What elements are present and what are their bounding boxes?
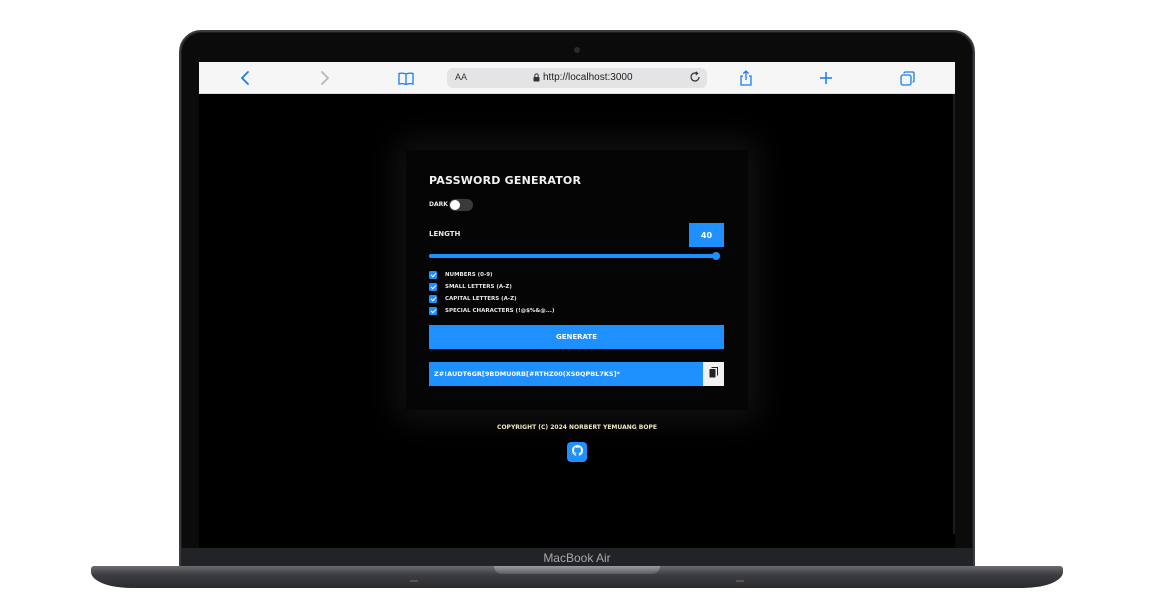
github-button[interactable] <box>567 442 587 462</box>
checkbox-special-characters[interactable] <box>429 307 437 315</box>
address-bar[interactable]: AA http://localhost:3000 <box>447 68 707 88</box>
checkbox-small-letters[interactable] <box>429 283 437 291</box>
github-icon <box>571 443 583 461</box>
laptop-foot <box>410 580 418 582</box>
laptop-notch <box>494 566 660 574</box>
reader-icon[interactable]: AA <box>455 72 467 82</box>
option-label: CAPITAL LETTERS (A-Z) <box>445 296 517 302</box>
forward-icon[interactable] <box>314 68 336 88</box>
laptop-screen: AA http://localhost:3000 PASSWORD GENERA… <box>199 62 955 548</box>
new-tab-icon[interactable] <box>815 68 837 88</box>
options-list: NUMBERS (0-9) SMALL LETTERS (A-Z) CAPITA… <box>429 269 555 317</box>
share-icon[interactable] <box>735 68 757 88</box>
copy-icon <box>709 365 718 383</box>
option-special-characters[interactable]: SPECIAL CHARACTERS (!@$%&@...) <box>429 305 555 317</box>
password-output[interactable]: Z#!AUDT6GR[9BDMU0RB[#RTHZ00(XS0QPBL7KS]* <box>429 362 703 386</box>
camera-icon <box>574 47 580 53</box>
option-label: SMALL LETTERS (A-Z) <box>445 284 512 290</box>
option-capital-letters[interactable]: CAPITAL LETTERS (A-Z) <box>429 293 555 305</box>
length-slider-fill <box>429 254 720 258</box>
copyright-text: COPYRIGHT (C) 2024 NORBERT YEMUANG BOPE <box>497 424 657 431</box>
laptop-mockup: AA http://localhost:3000 PASSWORD GENERA… <box>0 0 1166 613</box>
dark-mode-label: DARK <box>429 201 448 208</box>
page-title: PASSWORD GENERATOR <box>429 174 582 187</box>
length-slider[interactable] <box>429 252 720 260</box>
option-numbers[interactable]: NUMBERS (0-9) <box>429 269 555 281</box>
password-generator-card: PASSWORD GENERATOR DARK LENGTH 40 NUMBER… <box>406 150 748 410</box>
option-small-letters[interactable]: SMALL LETTERS (A-Z) <box>429 281 555 293</box>
lock-icon <box>533 73 540 85</box>
url-text: http://localhost:3000 <box>543 72 633 83</box>
reload-icon[interactable] <box>689 71 701 86</box>
device-model-label: MacBook Air <box>543 551 611 565</box>
copy-button[interactable] <box>703 362 724 386</box>
tabs-icon[interactable] <box>896 68 918 88</box>
checkbox-capital-letters[interactable] <box>429 295 437 303</box>
screen-edge <box>953 94 955 534</box>
back-icon[interactable] <box>234 68 256 88</box>
option-label: SPECIAL CHARACTERS (!@$%&@...) <box>445 308 555 314</box>
browser-toolbar: AA http://localhost:3000 <box>199 62 955 94</box>
length-label: LENGTH <box>429 230 461 238</box>
length-slider-thumb[interactable] <box>712 252 720 260</box>
bookmarks-icon[interactable] <box>395 68 417 88</box>
checkbox-numbers[interactable] <box>429 271 437 279</box>
length-value-input[interactable]: 40 <box>689 223 724 247</box>
dark-mode-toggle[interactable] <box>449 199 473 211</box>
generate-button[interactable]: GENERATE <box>429 325 724 349</box>
toggle-knob <box>450 200 460 210</box>
laptop-foot <box>736 580 744 582</box>
option-label: NUMBERS (0-9) <box>445 272 493 278</box>
